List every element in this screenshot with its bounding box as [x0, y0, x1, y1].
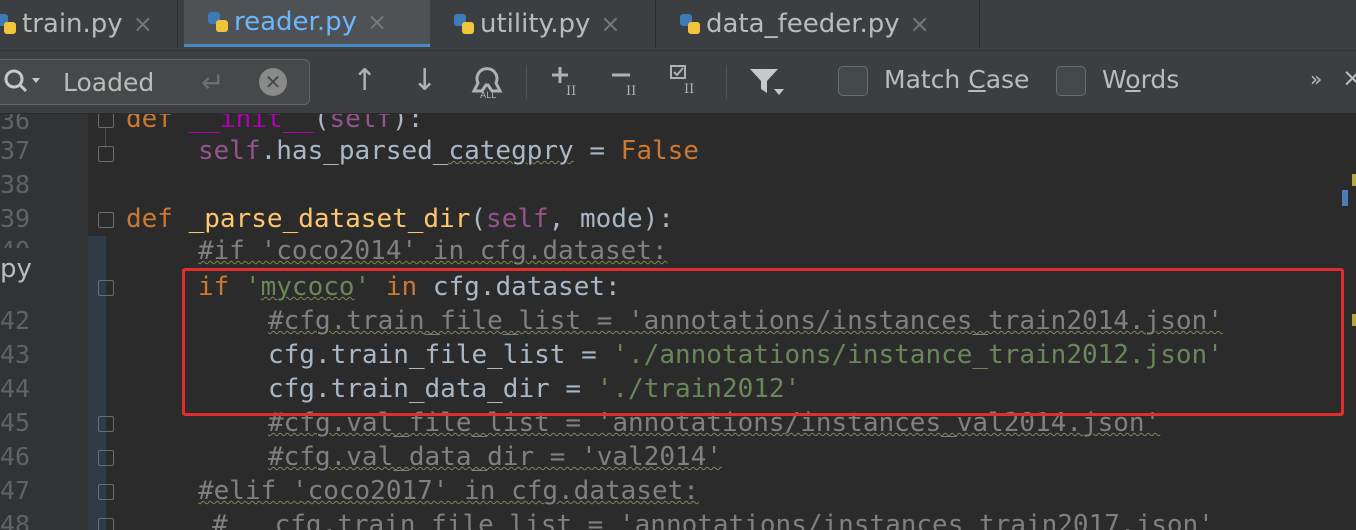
line-number: 42: [0, 306, 31, 335]
fold-marker-icon[interactable]: [98, 484, 114, 500]
line-number-gutter: 36 37 38 39 40 py 42 43 44 45 46 47 48: [0, 114, 88, 530]
overflow-chevron-icon[interactable]: »: [1310, 67, 1322, 91]
line-number: 46: [0, 442, 31, 471]
tab-utility-py[interactable]: utility.py ×: [430, 0, 656, 48]
toolbar-divider: [726, 65, 727, 99]
tab-data-feeder-py[interactable]: data_feeder.py ×: [656, 0, 980, 48]
tab-label: train.py: [22, 9, 123, 39]
close-icon[interactable]: ×: [367, 8, 387, 36]
fold-marker-icon[interactable]: [98, 416, 114, 432]
line-number: 37: [0, 136, 31, 165]
previous-occurrence-icon[interactable]: ↑: [352, 63, 377, 99]
python-file-icon: [452, 12, 476, 36]
fold-marker-icon[interactable]: [98, 146, 114, 162]
code-line-36: def __init__(self):: [126, 114, 424, 134]
tab-divider: [979, 0, 980, 48]
line-number: 44: [0, 374, 31, 403]
find-toolbar: ↵ ✕ ↑ ↓ ALL II II II Match Case Words » …: [0, 51, 1356, 114]
line-number: 43: [0, 340, 31, 369]
svg-text:II: II: [566, 84, 576, 99]
line-number: 39: [0, 204, 31, 233]
line-number: 40: [0, 234, 30, 248]
scrollbar-warning-marker[interactable]: [1352, 174, 1356, 186]
tab-label: data_feeder.py: [706, 9, 900, 39]
search-box[interactable]: ↵ ✕: [0, 59, 310, 105]
svg-text:ALL: ALL: [480, 91, 496, 99]
code-line-47: #elif 'coco2017' in cfg.dataset:: [198, 476, 699, 506]
close-icon[interactable]: ×: [600, 10, 620, 38]
tab-train-py[interactable]: train.py ×: [0, 0, 178, 48]
truncated-panel-label: py: [0, 254, 32, 284]
fold-marker-icon[interactable]: [98, 212, 114, 228]
python-file-icon: [206, 10, 230, 34]
editor-tab-bar: train.py × reader.py × utility.py × data…: [0, 0, 1356, 51]
toolbar-divider: [526, 65, 527, 99]
line-number: 48: [0, 510, 31, 530]
words-checkbox[interactable]: [1056, 66, 1086, 96]
scrollbar-marker[interactable]: [1342, 190, 1348, 206]
fold-marker-icon[interactable]: [98, 518, 114, 530]
tab-divider: [177, 0, 178, 48]
fold-guide: [105, 128, 106, 148]
svg-text:II: II: [626, 84, 636, 99]
code-editor[interactable]: 36 37 38 39 40 py 42 43 44 45 46 47 48 d…: [0, 114, 1356, 530]
python-file-icon: [0, 12, 18, 36]
code-line-39: def _parse_dataset_dir(self, mode):: [126, 204, 674, 234]
fold-marker-icon[interactable]: [98, 280, 114, 296]
tab-reader-py[interactable]: reader.py ×: [184, 0, 430, 47]
remove-occurrence-icon[interactable]: II: [608, 61, 648, 108]
close-icon[interactable]: ×: [910, 10, 930, 38]
code-line-46: #cfg.val_data_dir = 'val2014': [268, 442, 722, 472]
enter-icon: ↵: [201, 66, 225, 99]
tab-label: utility.py: [480, 9, 591, 39]
words-label: Words: [1102, 65, 1180, 94]
close-find-icon[interactable]: ×: [1342, 63, 1356, 92]
line-number: 47: [0, 476, 31, 505]
search-input[interactable]: [61, 66, 215, 98]
line-number: 45: [0, 408, 31, 437]
line-number: 38: [0, 170, 31, 199]
select-all-occurrences-icon[interactable]: II: [668, 61, 708, 108]
annotation-highlight-box: [182, 268, 1344, 416]
match-case-checkbox[interactable]: [838, 66, 868, 96]
fold-marker-icon[interactable]: [98, 114, 114, 128]
fold-marker-icon[interactable]: [98, 450, 114, 466]
python-file-icon: [678, 12, 702, 36]
add-occurrence-icon[interactable]: II: [548, 61, 588, 108]
tab-label: reader.py: [234, 7, 358, 37]
code-line-48: # cfg.train_file_list = 'annotations/ins…: [212, 510, 1214, 530]
match-case-label: Match Case: [884, 65, 1030, 94]
find-all-icon[interactable]: ALL: [470, 61, 506, 108]
svg-text:II: II: [684, 82, 694, 97]
filter-icon[interactable]: [748, 63, 788, 108]
close-icon[interactable]: ×: [133, 10, 153, 38]
code-line-40: #if 'coco2014' in cfg.dataset:: [198, 236, 668, 266]
scrollbar-warning-marker[interactable]: [1352, 314, 1356, 326]
next-occurrence-icon[interactable]: ↓: [412, 63, 437, 99]
clear-search-icon[interactable]: ✕: [259, 68, 287, 96]
search-icon[interactable]: [3, 68, 43, 100]
code-line-37: self.has_parsed_categpry = False: [198, 136, 699, 166]
